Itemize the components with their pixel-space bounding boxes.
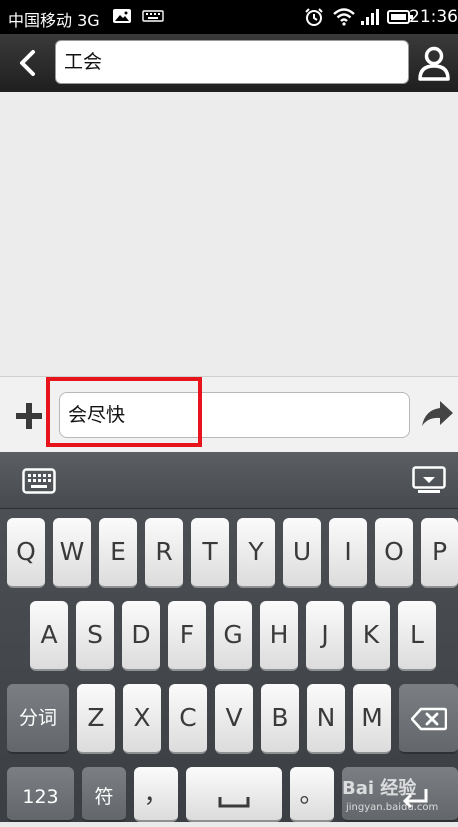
space-key[interactable] (186, 767, 282, 822)
key-n[interactable]: N (307, 684, 345, 754)
carrier-label: 中国移动 3G (8, 11, 100, 30)
key-j[interactable]: J (306, 601, 344, 671)
send-arrow-icon[interactable] (420, 399, 454, 429)
key-e[interactable]: E (99, 518, 137, 588)
key-g[interactable]: G (214, 601, 252, 671)
key-o[interactable]: O (375, 518, 413, 588)
space-icon (218, 797, 250, 808)
status-bar: 中国移动 3G 21:36 (0, 0, 458, 34)
key-x[interactable]: X (123, 684, 161, 754)
alarm-icon (305, 8, 323, 26)
clock: 21:36 (409, 7, 458, 27)
key-r[interactable]: R (145, 518, 183, 588)
watermark-url: jingyan.baidu.com (346, 802, 439, 813)
symbols-key[interactable]: 符 (82, 767, 126, 822)
comma-key[interactable]: ， (134, 767, 178, 822)
key-z[interactable]: Z (77, 684, 115, 754)
wifi-icon (333, 8, 355, 26)
key-c[interactable]: C (169, 684, 207, 754)
keyboard: Q W E R T Y U I O P A S D F G H J K L 分词… (0, 452, 458, 822)
conversation-header: 工会 (0, 34, 458, 92)
key-d[interactable]: D (122, 601, 160, 671)
keyboard-toolbar (0, 452, 458, 509)
key-h[interactable]: H (260, 601, 298, 671)
image-icon (113, 9, 131, 23)
recipient-field[interactable]: 工会 (55, 40, 409, 84)
watermark-main: Bai 经验 (342, 778, 417, 799)
key-q[interactable]: Q (7, 518, 45, 588)
hide-keyboard-icon[interactable] (412, 466, 446, 494)
signal-icon (361, 9, 379, 25)
baidu-watermark: Bai 经验 jingyan.baidu.com (340, 772, 458, 822)
highlight-box (46, 377, 202, 447)
backspace-icon (410, 707, 447, 731)
back-arrow-icon[interactable] (12, 46, 46, 80)
key-p[interactable]: P (421, 518, 458, 588)
key-f[interactable]: F (168, 601, 206, 671)
numbers-key[interactable]: 123 (7, 767, 74, 822)
compose-bar: 会尽快 (0, 376, 458, 453)
key-m[interactable]: M (353, 684, 391, 754)
key-l[interactable]: L (398, 601, 436, 671)
backspace-key[interactable] (399, 684, 458, 754)
key-w[interactable]: W (53, 518, 91, 588)
segment-key[interactable]: 分词 (7, 684, 69, 754)
key-s[interactable]: S (76, 601, 114, 671)
period-key[interactable]: 。 (290, 767, 334, 822)
key-a[interactable]: A (30, 601, 68, 671)
message-list (0, 92, 458, 376)
keyboard-toggle-icon[interactable] (22, 468, 56, 494)
key-t[interactable]: T (191, 518, 229, 588)
key-y[interactable]: Y (237, 518, 275, 588)
key-b[interactable]: B (261, 684, 299, 754)
key-u[interactable]: U (283, 518, 321, 588)
key-i[interactable]: I (329, 518, 367, 588)
keyboard-icon (142, 10, 164, 22)
plus-icon[interactable] (14, 401, 44, 431)
key-v[interactable]: V (215, 684, 253, 754)
key-k[interactable]: K (352, 601, 390, 671)
contact-icon[interactable] (416, 44, 452, 82)
